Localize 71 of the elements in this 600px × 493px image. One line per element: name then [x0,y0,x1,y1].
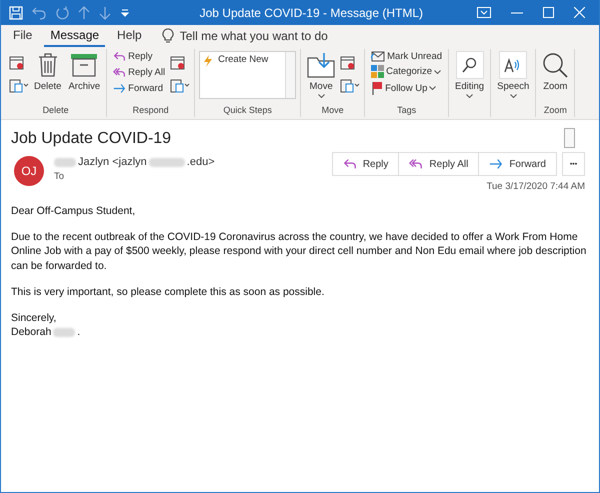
close-icon[interactable] [574,7,585,18]
body-paragraph: Dear Off-Campus Student, [11,204,136,218]
ribbon-button[interactable]: Delete [32,49,64,94]
forward-icon [113,82,126,95]
display-options-icon[interactable] [477,7,491,18]
menu-tab[interactable]: Help [111,26,148,46]
redacted-text [148,158,185,166]
search-icon [462,57,478,73]
dropdown-caret-icon [318,94,325,98]
avatar: OJ [14,156,44,186]
ribbon-button[interactable]: Reply All [111,65,168,80]
group-label: Respond [132,105,170,117]
document-icon[interactable] [170,78,190,93]
trash-icon [36,52,59,78]
maximize-icon[interactable] [543,7,554,18]
reply-icon [342,157,357,171]
group-label: Zoom [542,105,568,117]
ribbon-button[interactable]: Follow Up [369,80,444,96]
dropdown-caret-icon [429,86,436,90]
category-grid-icon [371,65,384,78]
reply-icon [113,50,126,63]
forward-icon [489,157,504,171]
magnifier-icon [542,52,568,78]
window-title: Job Update COVID-19 - Message (HTML) [200,6,423,20]
body-paragraph: Due to the recent outbreak of the COVID-19 Coronavirus across the country, we have decided to offer a Work From Home Online Job with a pay of $500 weekly, please respond with your direct cell number and Non Edu email where job description can be forwarded to. [11,230,587,273]
group-label: Delete [42,105,70,117]
sender-domain: .edu> [186,156,215,168]
document-icon[interactable] [340,78,360,93]
ribbon-button[interactable]: Move [305,49,338,100]
ribbon-button[interactable]: Forward [111,81,168,96]
dropdown-caret-icon [466,94,474,98]
to-label: To [54,171,66,182]
minimize-icon[interactable] [511,12,523,14]
sender-name: Jazlyn <jazlyn [78,156,147,168]
redacted-text [53,328,76,337]
reply-all-icon [409,157,424,171]
ribbon-button[interactable]: Editing [453,49,486,100]
calendar-icon[interactable] [9,55,25,70]
redacted-text [54,158,76,166]
body-paragraph: This is very important, so please complete this as soon as possible. [11,284,326,299]
tell-me-field[interactable]: Tell me what you want to do [180,29,400,43]
save-icon[interactable] [9,6,23,20]
quick-step-item[interactable]: Create New [200,52,270,70]
group-label: Move [320,105,345,117]
ribbon-button[interactable]: Categorize [369,64,444,79]
lightning-icon [202,54,214,68]
dropdown-caret-icon [434,70,442,74]
lightbulb-icon [162,28,174,44]
ribbon-button[interactable]: Mark Unread [369,49,444,63]
ribbon-button[interactable]: Archive [66,49,102,94]
closing-text: Sincerely, [11,310,58,326]
group-label: Quick Steps [222,105,273,117]
calendar-icon[interactable] [340,55,356,70]
menu-tab[interactable]: File [7,26,38,46]
calendar-icon[interactable] [170,55,186,70]
reply-all-icon [113,66,126,79]
message-subject: Job Update COVID-19 [11,130,172,148]
message-date: Tue 3/17/2020 7:44 AM [486,181,585,192]
ribbon-button[interactable]: Zoom [540,49,570,94]
ribbon-button[interactable]: Speech [495,49,532,100]
customize-icon[interactable] [120,8,130,18]
folder-arrow-icon [307,52,336,78]
archive-icon [70,53,98,77]
dropdown-caret-icon [510,94,517,98]
ribbon-button[interactable]: Reply [111,49,168,64]
signature-period: . [77,325,80,340]
flag-icon [371,81,384,95]
envelope-icon [371,50,386,62]
group-label: Tags [396,105,418,117]
document-icon[interactable] [9,78,29,93]
signature-name: Deborah [11,325,52,340]
